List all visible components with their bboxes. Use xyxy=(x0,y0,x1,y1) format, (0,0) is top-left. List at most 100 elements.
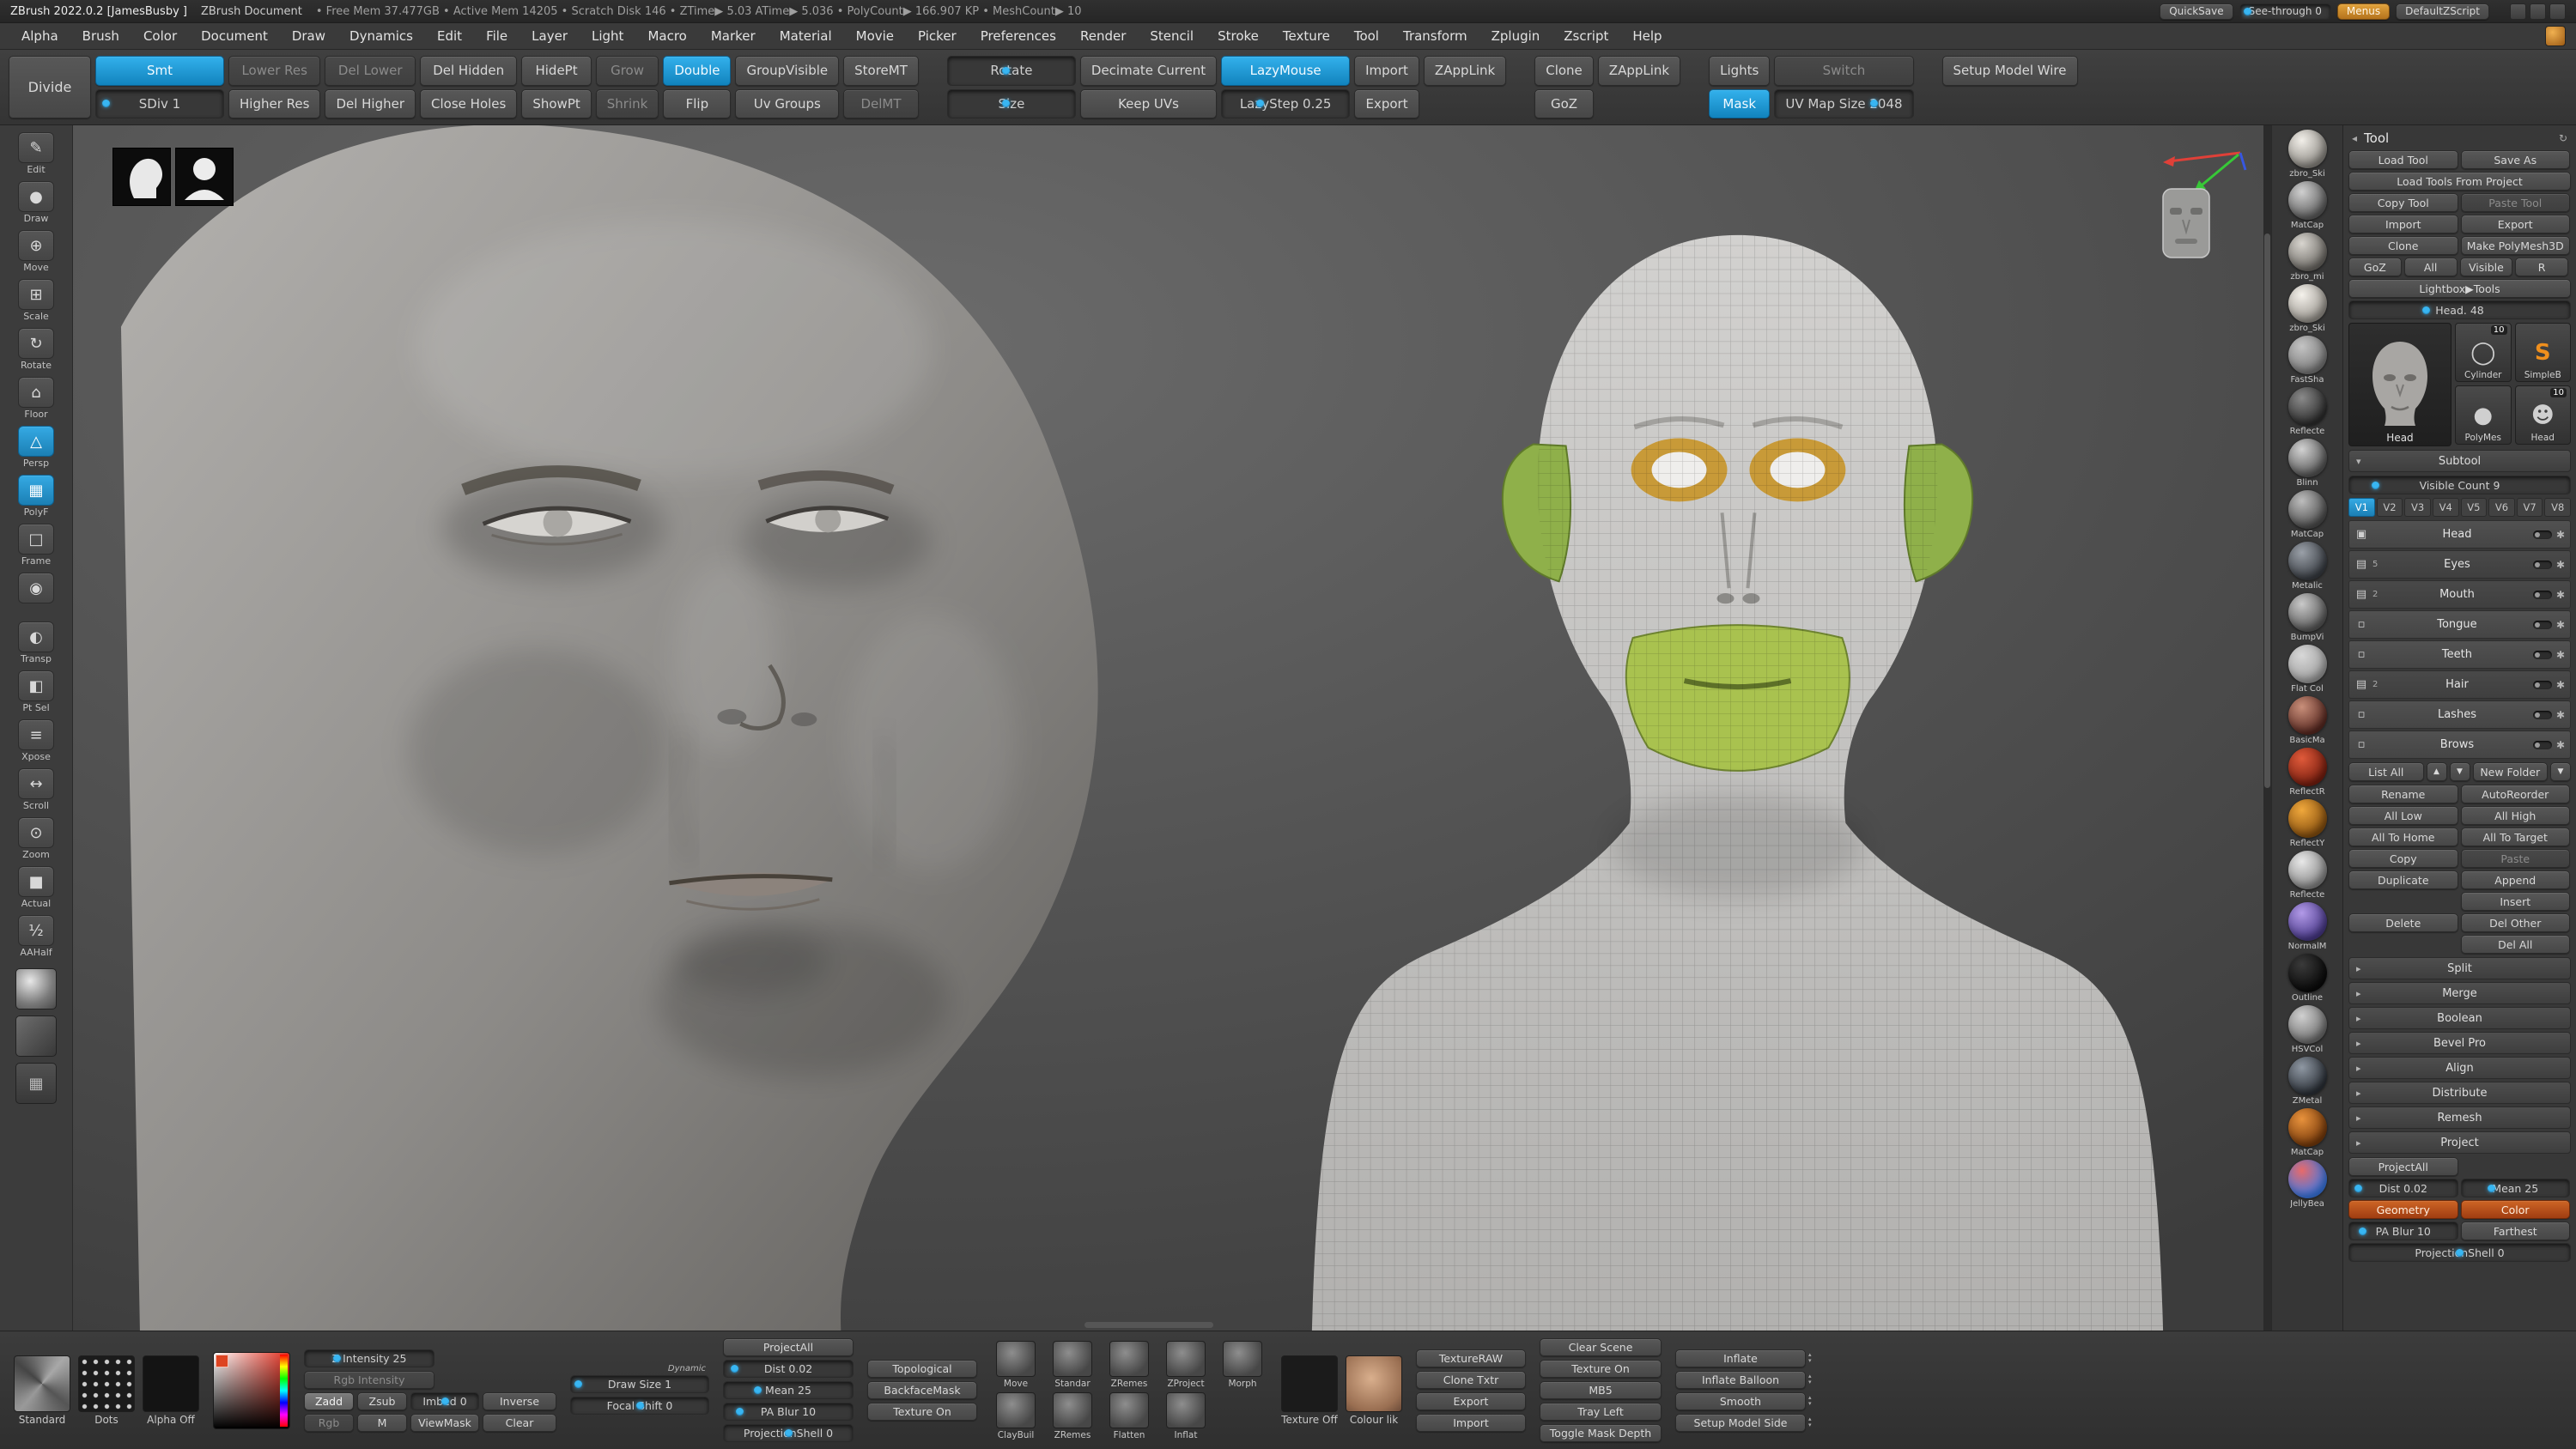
titlebar-button[interactable]: DefaultZScript xyxy=(2396,3,2489,20)
intensity-slider[interactable]: Z Intensity 25 xyxy=(304,1349,434,1367)
subtool-row[interactable]: ▤ 2 Mouth ✱ xyxy=(2348,580,2571,609)
shelf-button[interactable]: SDiv 1 xyxy=(95,88,224,118)
quick-brush[interactable]: ZProject xyxy=(1161,1340,1211,1389)
left-shelf-tool[interactable]: ✎ Edit xyxy=(5,130,67,177)
material-swatch[interactable]: MatCap xyxy=(2287,181,2327,230)
menu-item[interactable]: Alpha xyxy=(10,26,70,46)
menu-item[interactable]: Edit xyxy=(426,26,473,46)
shelf-button[interactable]: LazyStep 0.25 xyxy=(1221,88,1351,118)
project-button[interactable]: ProjectionShell 0 xyxy=(2348,1243,2571,1262)
sculpt-mode-button[interactable]: M xyxy=(357,1413,407,1432)
tool-button[interactable]: Make PolyMesh3D xyxy=(2460,236,2570,255)
subpalette-header[interactable]: ▸ Distribute xyxy=(2348,1082,2571,1104)
sculpt-mode-button[interactable]: ViewMask xyxy=(410,1413,479,1432)
shelf-button[interactable]: Smt xyxy=(95,56,224,86)
canvas-vertical-scrollbar[interactable] xyxy=(2263,125,2271,1331)
subtool-action-button[interactable]: Duplicate xyxy=(2348,870,2458,889)
quick-brush[interactable]: Standar xyxy=(1048,1340,1097,1389)
menu-item[interactable]: Document xyxy=(190,26,279,46)
subtool-action-button[interactable]: Append xyxy=(2460,870,2570,889)
material-swatch[interactable]: HSVCol xyxy=(2287,1005,2327,1054)
dynamic-label[interactable]: Dynamic xyxy=(668,1364,706,1373)
step-down-icon[interactable]: ▾ xyxy=(1808,1357,1812,1364)
tool-button[interactable]: Load Tools From Project xyxy=(2348,172,2571,191)
left-shelf-tool[interactable]: ◉ xyxy=(5,571,67,617)
projection-control[interactable]: ProjectAll xyxy=(723,1338,854,1356)
menu-item[interactable]: Render xyxy=(1069,26,1137,46)
stepper-buttons[interactable]: ▴ ▾ xyxy=(1808,1416,1812,1429)
subtool-action-button[interactable]: Paste xyxy=(2460,849,2570,868)
scene-button[interactable]: Toggle Mask Depth xyxy=(1540,1424,1662,1442)
tool-button[interactable]: Load Tool xyxy=(2348,150,2458,169)
move-down-button[interactable]: ▼ xyxy=(2449,762,2470,781)
quick-brush[interactable]: ZRemes xyxy=(1104,1340,1154,1389)
morph-action-button[interactable]: Inflate xyxy=(1675,1349,1806,1367)
shelf-button[interactable]: ZAppLink xyxy=(1423,56,1507,86)
shelf-button[interactable]: Rotate xyxy=(946,56,1076,86)
tool-button[interactable]: Copy Tool xyxy=(2348,193,2458,212)
projection-control[interactable]: ProjectionShell 0 xyxy=(723,1424,854,1442)
sculpt-mode-button[interactable]: Clear xyxy=(483,1413,556,1432)
left-shelf-tool[interactable]: ■ Actual xyxy=(5,864,67,911)
intensity-slider[interactable]: Rgb Intensity xyxy=(304,1370,434,1389)
left-shelf-tool[interactable]: ½ AAHalf xyxy=(5,913,67,960)
subtool-version-tab[interactable]: V5 xyxy=(2460,498,2488,517)
tool-button[interactable]: Head. 48 xyxy=(2348,300,2571,319)
menu-item[interactable]: Stroke xyxy=(1206,26,1270,46)
menu-item[interactable]: Zplugin xyxy=(1480,26,1552,46)
tool-button[interactable]: Lightbox▶Tools xyxy=(2348,279,2571,298)
sculpt-mode-button[interactable]: Inverse xyxy=(483,1391,556,1410)
material-swatch[interactable]: Reflecte xyxy=(2287,851,2327,900)
shelf-button[interactable]: Close Holes xyxy=(420,88,518,118)
subpalette-header[interactable]: ▸ Bevel Pro xyxy=(2348,1032,2571,1054)
shelf-button[interactable]: Size xyxy=(946,88,1076,118)
shelf-button[interactable]: ZAppLink xyxy=(1597,56,1681,86)
stepper-buttons[interactable]: ▴ ▾ xyxy=(1808,1394,1812,1408)
titlebar-button[interactable]: QuickSave xyxy=(2160,3,2233,20)
gear-icon[interactable]: ✱ xyxy=(2556,619,2565,631)
subpalette-header[interactable]: ▸ Merge xyxy=(2348,982,2571,1004)
subtool-row[interactable]: ▣ Head ✱ xyxy=(2348,520,2571,549)
subtool-row[interactable]: ▫ Lashes ✱ xyxy=(2348,700,2571,729)
morph-action-button[interactable]: Inflate Balloon xyxy=(1675,1370,1806,1389)
subpalette-header[interactable]: ▸ Align xyxy=(2348,1057,2571,1079)
subtool-version-tab[interactable]: V3 xyxy=(2404,498,2431,517)
morph-action-button[interactable]: Setup Model Side xyxy=(1675,1413,1806,1432)
material-swatch[interactable]: BasicMa xyxy=(2287,696,2327,745)
tool-button[interactable]: Clone xyxy=(2348,236,2458,255)
subtool-row[interactable]: ▤ 5 Eyes ✱ xyxy=(2348,550,2571,579)
shelf-button[interactable]: Del Lower xyxy=(325,56,416,86)
alpha-face-profile[interactable] xyxy=(112,148,171,206)
visibility-toggle[interactable] xyxy=(2532,530,2552,539)
menu-item[interactable]: Picker xyxy=(907,26,968,46)
tool-button[interactable]: R xyxy=(2515,258,2568,276)
menu-item[interactable]: Movie xyxy=(845,26,905,46)
material-swatch[interactable]: FastSha xyxy=(2287,336,2327,385)
shelf-button[interactable]: Import xyxy=(1354,56,1419,86)
shelf-button[interactable]: Uv Groups xyxy=(735,88,840,118)
collapse-icon[interactable]: ◂ xyxy=(2352,132,2357,144)
alpha-face-front[interactable] xyxy=(175,148,234,206)
menu-item[interactable]: Brush xyxy=(71,26,131,46)
shelf-button[interactable]: Flip xyxy=(663,88,732,118)
shelf-button[interactable]: Switch xyxy=(1774,56,1914,86)
material-swatch[interactable]: Flat Col xyxy=(2287,645,2327,694)
menu-item[interactable]: Transform xyxy=(1392,26,1479,46)
gear-icon[interactable]: ✱ xyxy=(2556,589,2565,601)
shelf-button[interactable]: Higher Res xyxy=(228,88,321,118)
material-swatch[interactable]: BumpVi xyxy=(2287,593,2327,642)
subpalette-header[interactable]: ▸ Boolean xyxy=(2348,1007,2571,1029)
quick-brush[interactable]: ClayBuil xyxy=(991,1391,1041,1440)
menu-item[interactable]: Stencil xyxy=(1139,26,1205,46)
material-swatch[interactable]: Outline xyxy=(2287,954,2327,1003)
project-button[interactable]: Farthest xyxy=(2460,1222,2570,1240)
mask-toggle-button[interactable]: Topological xyxy=(867,1360,977,1378)
menu-item[interactable]: Tool xyxy=(1343,26,1390,46)
menu-item[interactable]: Dynamics xyxy=(338,26,424,46)
titlebar-button[interactable]: See-through 0 xyxy=(2239,3,2331,20)
folder-down-button[interactable]: ▼ xyxy=(2550,762,2571,781)
subtool-version-tab[interactable]: V7 xyxy=(2516,498,2543,517)
draw-slider[interactable]: Draw Size 1 xyxy=(570,1375,709,1393)
projection-control[interactable]: Dist 0.02 xyxy=(723,1360,854,1378)
left-shelf-tool[interactable]: □ Frame xyxy=(5,522,67,568)
